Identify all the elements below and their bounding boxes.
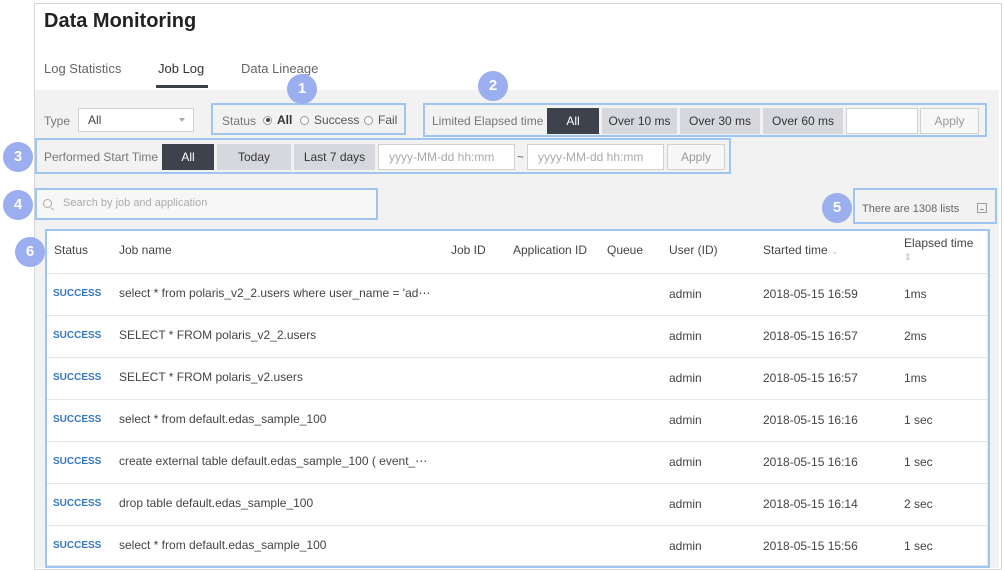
status-badge: SUCCESS bbox=[53, 330, 102, 341]
status-badge: SUCCESS bbox=[53, 456, 102, 467]
column-header-job-name: Job name bbox=[119, 243, 172, 257]
user-cell: admin bbox=[669, 539, 702, 553]
date-range-separator: ~ bbox=[517, 150, 525, 164]
started-time-cell: 2018-05-15 16:16 bbox=[763, 455, 858, 469]
user-cell: admin bbox=[669, 287, 702, 301]
list-count-text: There are 1308 lists bbox=[862, 203, 960, 215]
elapsed-over-30ms-button[interactable]: Over 30 ms bbox=[680, 108, 760, 134]
started-time-cell: 2018-05-15 16:57 bbox=[763, 329, 858, 343]
status-option-label: All bbox=[277, 113, 293, 127]
radio-unchecked-icon bbox=[300, 115, 309, 125]
tab-log-statistics[interactable]: Log Statistics bbox=[44, 61, 121, 76]
callout-badge-4: 4 bbox=[3, 190, 33, 220]
page-title: Data Monitoring bbox=[44, 10, 197, 32]
header-divider bbox=[47, 273, 987, 274]
job-name-cell: select * from default.edas_sample_100 bbox=[119, 538, 327, 552]
callout-badge-3: 3 bbox=[3, 142, 33, 172]
radio-unchecked-icon bbox=[364, 115, 373, 125]
row-divider bbox=[47, 357, 987, 358]
status-label: Status bbox=[222, 114, 257, 128]
radio-checked-icon bbox=[263, 115, 272, 125]
type-select-value: All bbox=[88, 113, 102, 127]
elapsed-time-cell: 1 sec bbox=[904, 455, 933, 469]
status-option-label: Fail bbox=[378, 113, 398, 127]
column-header-job-id: Job ID bbox=[451, 243, 486, 257]
sort-icon: ⇕ bbox=[904, 252, 912, 262]
type-select[interactable]: All bbox=[78, 108, 194, 132]
column-header-application-id: Application ID bbox=[513, 243, 588, 257]
started-time-cell: 2018-05-15 16:59 bbox=[763, 287, 858, 301]
elapsed-time-cell: 1 sec bbox=[904, 413, 933, 427]
elapsed-time-label: Elapsed time bbox=[904, 236, 974, 250]
row-divider bbox=[47, 483, 987, 484]
user-cell: admin bbox=[669, 455, 702, 469]
tab-job-log[interactable]: Job Log bbox=[158, 61, 204, 76]
chevron-down-icon bbox=[179, 118, 185, 122]
elapsed-time-cell: 1 sec bbox=[904, 539, 933, 553]
search-placeholder: Search by job and application bbox=[63, 197, 208, 209]
row-divider bbox=[47, 315, 987, 316]
status-badge: SUCCESS bbox=[53, 288, 102, 299]
started-time-cell: 2018-05-15 15:56 bbox=[763, 539, 858, 553]
callout-badge-5: 5 bbox=[822, 193, 852, 223]
status-badge: SUCCESS bbox=[53, 540, 102, 551]
started-time-cell: 2018-05-15 16:14 bbox=[763, 497, 858, 511]
started-time-label: Started time bbox=[763, 243, 828, 257]
job-name-cell: select * from default.edas_sample_100 bbox=[119, 412, 327, 426]
elapsed-over-60ms-button[interactable]: Over 60 ms bbox=[763, 108, 843, 134]
user-cell: admin bbox=[669, 371, 702, 385]
status-badge: SUCCESS bbox=[53, 372, 102, 383]
started-time-cell: 2018-05-15 16:57 bbox=[763, 371, 858, 385]
elapsed-all-button[interactable]: All bbox=[547, 108, 599, 134]
callout-badge-6: 6 bbox=[15, 237, 45, 267]
type-label: Type bbox=[44, 114, 71, 128]
start-today-button[interactable]: Today bbox=[217, 144, 291, 170]
job-name-cell: SELECT * FROM polaris_v2.users bbox=[119, 370, 303, 384]
job-name-cell: select * from polaris_v2_2.users where u… bbox=[119, 286, 431, 300]
status-radio-success[interactable]: Success bbox=[300, 113, 359, 127]
row-divider bbox=[47, 399, 987, 400]
user-cell: admin bbox=[669, 329, 702, 343]
user-cell: admin bbox=[669, 497, 702, 511]
start-date-to-input[interactable]: yyyy-MM-dd hh:mm bbox=[527, 144, 664, 170]
start-apply-button[interactable]: Apply bbox=[667, 144, 725, 170]
status-option-label: Success bbox=[314, 113, 360, 127]
column-header-started-time[interactable]: Started time ⌄ bbox=[763, 243, 839, 257]
elapsed-custom-input[interactable] bbox=[846, 108, 918, 134]
row-divider bbox=[47, 525, 987, 526]
job-name-cell: drop table default.edas_sample_100 bbox=[119, 496, 314, 510]
callout-badge-1: 1 bbox=[287, 74, 317, 104]
search-icon bbox=[43, 199, 52, 208]
status-radio-fail[interactable]: Fail bbox=[364, 113, 397, 127]
status-radio-all[interactable]: All bbox=[263, 113, 292, 127]
elapsed-label: Limited Elapsed time bbox=[432, 114, 544, 128]
elapsed-time-cell: 1ms bbox=[904, 287, 927, 301]
column-header-user-id: User (ID) bbox=[669, 243, 718, 257]
active-tab-indicator bbox=[156, 85, 208, 88]
download-icon[interactable] bbox=[977, 203, 987, 213]
column-header-queue: Queue bbox=[607, 243, 644, 257]
elapsed-time-cell: 2 sec bbox=[904, 497, 933, 511]
status-badge: SUCCESS bbox=[53, 414, 102, 425]
start-all-button[interactable]: All bbox=[162, 144, 214, 170]
job-name-cell: create external table default.edas_sampl… bbox=[119, 454, 428, 468]
tab-data-lineage[interactable]: Data Lineage bbox=[241, 61, 318, 76]
column-header-status: Status bbox=[54, 243, 89, 257]
user-cell: admin bbox=[669, 413, 702, 427]
status-badge: SUCCESS bbox=[53, 498, 102, 509]
sort-desc-icon: ⌄ bbox=[831, 246, 839, 256]
started-time-cell: 2018-05-15 16:16 bbox=[763, 413, 858, 427]
elapsed-apply-button[interactable]: Apply bbox=[920, 108, 979, 134]
elapsed-time-cell: 2ms bbox=[904, 329, 927, 343]
start-date-from-input[interactable]: yyyy-MM-dd hh:mm bbox=[378, 144, 515, 170]
job-name-cell: SELECT * FROM polaris_v2_2.users bbox=[119, 328, 317, 342]
column-header-elapsed-time[interactable]: Elapsed time ⇕ bbox=[904, 236, 973, 263]
callout-badge-2: 2 bbox=[478, 71, 508, 101]
start-time-label: Performed Start Time bbox=[44, 150, 159, 164]
elapsed-time-cell: 1ms bbox=[904, 371, 927, 385]
row-divider bbox=[47, 441, 987, 442]
elapsed-over-10ms-button[interactable]: Over 10 ms bbox=[602, 108, 677, 134]
start-last-7-days-button[interactable]: Last 7 days bbox=[294, 144, 375, 170]
